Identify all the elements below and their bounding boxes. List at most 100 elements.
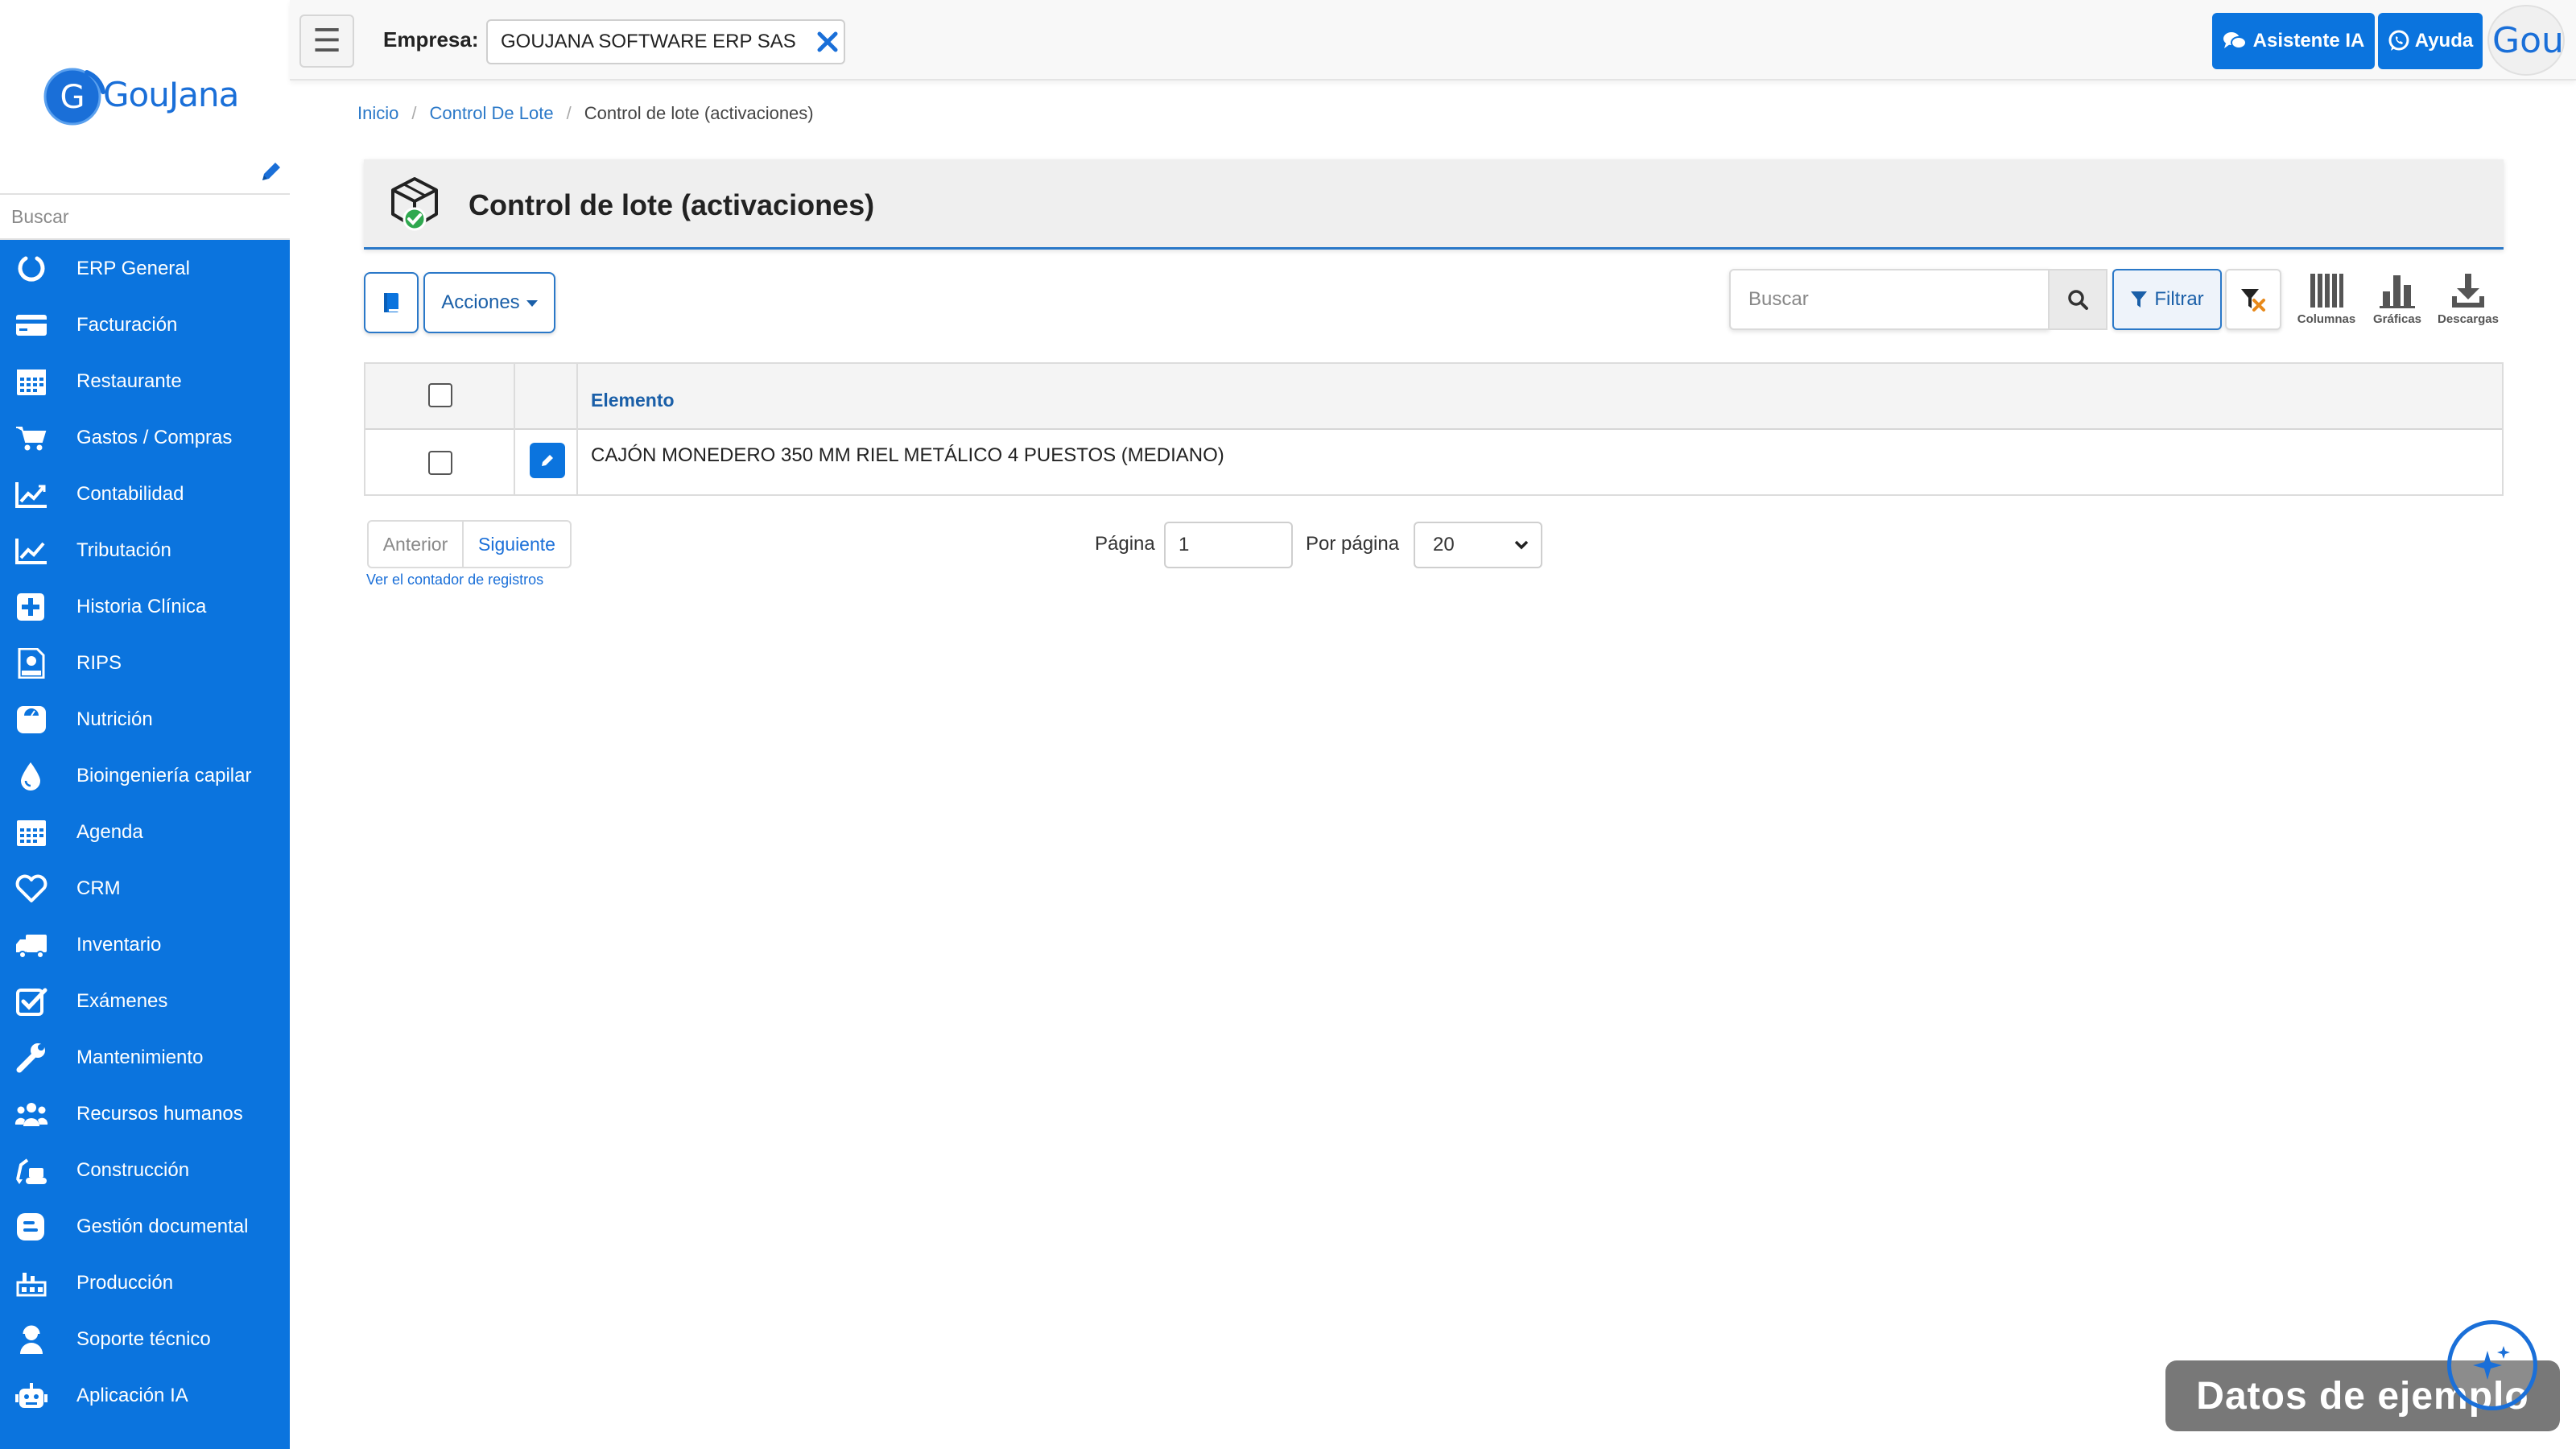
ai-assistant-fab[interactable] xyxy=(2447,1320,2537,1410)
sidebar-item-gestion-documental[interactable]: Gestión documental xyxy=(0,1198,290,1254)
logo-area: G GouJana xyxy=(0,0,290,193)
page-number-input[interactable]: 1 xyxy=(1164,522,1293,568)
graficas-tool-button[interactable]: Gráficas xyxy=(2362,272,2433,336)
sidebar-item-rips[interactable]: RIPS xyxy=(0,634,290,691)
column-header-elemento[interactable]: Elemento xyxy=(591,390,675,411)
next-page-button[interactable]: Siguiente xyxy=(464,522,570,567)
download-icon xyxy=(2450,272,2486,309)
sidebar-item-label: ERP General xyxy=(76,258,190,279)
edit-row-button[interactable] xyxy=(530,443,565,478)
cart-icon xyxy=(14,423,48,453)
column-divider xyxy=(514,364,515,494)
sidebar-item-label: Contabilidad xyxy=(76,483,184,505)
per-page-label: Por página xyxy=(1306,533,1400,555)
filtrar-label: Filtrar xyxy=(2154,288,2204,310)
sidebar-item-historia-clinica[interactable]: Historia Clínica xyxy=(0,578,290,634)
line-chart-icon xyxy=(14,535,48,566)
sidebar-item-bioingenieria-capilar[interactable]: Bioingeniería capilar xyxy=(0,747,290,803)
sidebar-item-contabilidad[interactable]: Contabilidad xyxy=(0,465,290,522)
calendar-grid-icon xyxy=(14,366,48,397)
sidebar-item-label: Recursos humanos xyxy=(76,1103,243,1125)
per-page-value: 20 xyxy=(1433,534,1455,555)
sidebar-item-produccion[interactable]: Producción xyxy=(0,1254,290,1311)
sidebar-item-inventario[interactable]: Inventario xyxy=(0,916,290,972)
sidebar-item-label: Soporte técnico xyxy=(76,1328,211,1350)
check-square-icon xyxy=(14,986,48,1017)
record-counter-link[interactable]: Ver el contador de registros xyxy=(366,572,543,588)
breadcrumb-home-link[interactable]: Inicio xyxy=(357,103,398,124)
blog-icon xyxy=(14,1212,48,1242)
sidebar-item-aplicacion-ia[interactable]: Aplicación IA xyxy=(0,1367,290,1423)
sidebar-item-facturacion[interactable]: Facturación xyxy=(0,296,290,353)
columns-icon xyxy=(2309,272,2344,309)
sidebar-item-recursos-humanos[interactable]: Recursos humanos xyxy=(0,1085,290,1141)
asistente-ia-label: Asistente IA xyxy=(2252,30,2365,52)
pager: Anterior Siguiente xyxy=(367,520,572,568)
search-icon xyxy=(2066,288,2089,311)
logo[interactable]: G GouJana xyxy=(40,60,239,129)
pencil-icon[interactable] xyxy=(259,159,283,184)
columnas-tool-button[interactable]: Columnas xyxy=(2291,272,2362,336)
wrench-icon xyxy=(14,1042,48,1073)
ayuda-button[interactable]: Ayuda xyxy=(2378,13,2483,69)
logo-text: GouJana xyxy=(103,74,239,114)
support-agent-icon xyxy=(14,1324,48,1355)
sidebar-item-erp-general[interactable]: ERP General xyxy=(0,240,290,296)
sidebar-item-crm[interactable]: CRM xyxy=(0,860,290,916)
clear-filter-button[interactable] xyxy=(2225,269,2281,330)
svg-text:G: G xyxy=(60,79,85,116)
per-page-select[interactable]: 20 xyxy=(1414,522,1542,568)
sidebar-item-mantenimiento[interactable]: Mantenimiento xyxy=(0,1029,290,1085)
view-toggle-button[interactable] xyxy=(364,272,419,333)
sidebar-item-construccion[interactable]: Construcción xyxy=(0,1141,290,1198)
logo-mark-icon: G xyxy=(40,60,109,129)
bar-chart-icon xyxy=(2380,272,2415,309)
sidebar-item-examenes[interactable]: Exámenes xyxy=(0,972,290,1029)
sidebar-item-label: CRM xyxy=(76,877,121,899)
breadcrumb-parent-link[interactable]: Control De Lote xyxy=(429,103,553,124)
search-button[interactable] xyxy=(2050,269,2107,330)
book-icon xyxy=(381,291,402,314)
sidebar-item-agenda[interactable]: Agenda xyxy=(0,803,290,860)
chevron-down-icon xyxy=(1513,539,1530,551)
rips-document-icon xyxy=(14,648,48,679)
acciones-dropdown-button[interactable]: Acciones xyxy=(423,272,555,333)
avatar[interactable]: Gou xyxy=(2487,5,2565,76)
sidebar-item-gastos-compras[interactable]: Gastos / Compras xyxy=(0,409,290,465)
sidebar-item-label: Aplicación IA xyxy=(76,1385,188,1406)
sidebar-item-soporte-tecnico[interactable]: Soporte técnico xyxy=(0,1311,290,1367)
descargas-tool-button[interactable]: Descargas xyxy=(2433,272,2504,336)
columnas-label: Columnas xyxy=(2297,312,2356,326)
users-icon xyxy=(14,1099,48,1129)
empresa-select[interactable]: GOUJANA SOFTWARE ERP SAS xyxy=(486,19,845,64)
asistente-ia-button[interactable]: Asistente IA xyxy=(2212,13,2375,69)
droplet-icon xyxy=(14,761,48,791)
row-checkbox[interactable] xyxy=(428,451,452,475)
breadcrumb-separator: / xyxy=(566,103,572,123)
pencil-icon xyxy=(539,452,555,469)
credit-card-icon xyxy=(14,310,48,341)
sidebar-item-label: Producción xyxy=(76,1272,174,1294)
sidebar-item-label: Historia Clínica xyxy=(76,596,207,617)
menu-toggle-button[interactable]: ☰ xyxy=(299,14,354,68)
sidebar-search-input[interactable]: Buscar xyxy=(0,193,290,240)
factory-icon xyxy=(14,1268,48,1298)
sidebar-item-restaurante[interactable]: Restaurante xyxy=(0,353,290,409)
descargas-label: Descargas xyxy=(2438,312,2499,326)
sidebar: G GouJana Buscar ERP General Facturación… xyxy=(0,0,290,1449)
sidebar-item-label: Facturación xyxy=(76,314,178,336)
sidebar-item-label: Gastos / Compras xyxy=(76,427,233,448)
sidebar-item-label: Exámenes xyxy=(76,990,168,1012)
filtrar-button[interactable]: Filtrar xyxy=(2112,269,2222,330)
sidebar-item-label: Tributación xyxy=(76,539,171,561)
sidebar-item-tributacion[interactable]: Tributación xyxy=(0,522,290,578)
select-all-checkbox[interactable] xyxy=(428,383,452,407)
sidebar-item-nutricion[interactable]: Nutrición xyxy=(0,691,290,747)
filter-icon xyxy=(2130,290,2148,309)
circle-notch-icon xyxy=(14,254,48,284)
prev-page-button[interactable]: Anterior xyxy=(369,522,464,567)
sidebar-menu: ERP General Facturación Restaurante Gast… xyxy=(0,240,290,1449)
search-input[interactable]: Buscar xyxy=(1729,269,2050,330)
excavator-icon xyxy=(14,1155,48,1186)
close-icon[interactable] xyxy=(813,26,842,58)
